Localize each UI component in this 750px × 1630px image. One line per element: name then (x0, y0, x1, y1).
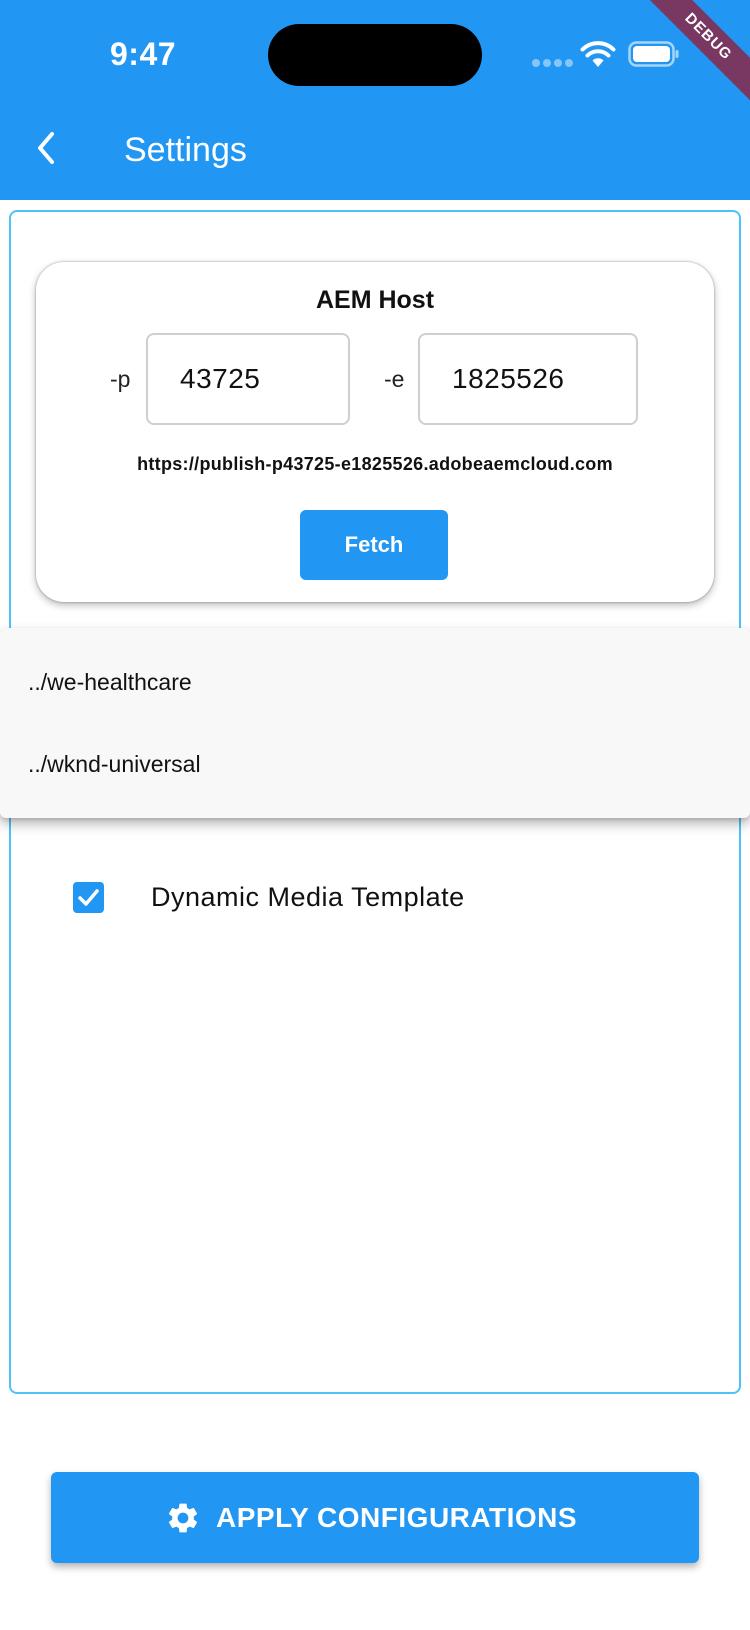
settings-screen: 9:47 DEBUG Settings AEM Host -p 43725 -e… (0, 0, 750, 1630)
program-id-input[interactable]: 43725 (146, 333, 350, 425)
gear-icon (168, 1503, 198, 1533)
host-card-title: AEM Host (315, 286, 435, 314)
site-dropdown-menu: ../we-healthcare ../wknd-universal (0, 628, 750, 818)
dropdown-item-we-healthcare[interactable]: ../we-healthcare (0, 642, 750, 722)
page-title: Settings (124, 131, 247, 169)
apply-configurations-label: APPLY CONFIGURATIONS (216, 1502, 578, 1533)
aem-host-card: AEM Host -p 43725 -e 1825526 https://pub… (36, 262, 714, 602)
program-prefix-label: -p (110, 366, 131, 392)
dropdown-item-wknd-universal[interactable]: ../wknd-universal (0, 724, 750, 804)
chevron-left-icon[interactable] (30, 128, 64, 168)
dynamic-media-label: Dynamic Media Template (151, 882, 465, 912)
dynamic-island (268, 24, 482, 86)
environment-id-input[interactable]: 1825526 (418, 333, 638, 425)
status-time: 9:47 (110, 36, 177, 72)
battery-icon (628, 41, 679, 67)
environment-prefix-label: -e (384, 366, 405, 392)
host-url-text: https://publish-p43725-e1825526.adobeaem… (137, 454, 613, 474)
app-bar: 9:47 DEBUG Settings (0, 0, 750, 200)
checkmark-icon (78, 889, 99, 906)
fetch-button[interactable]: Fetch (300, 510, 448, 580)
dynamic-media-checkbox[interactable] (73, 882, 104, 913)
wifi-icon (580, 41, 616, 67)
apply-configurations-button[interactable]: APPLY CONFIGURATIONS (51, 1472, 699, 1563)
cellular-signal-icon (532, 59, 573, 67)
